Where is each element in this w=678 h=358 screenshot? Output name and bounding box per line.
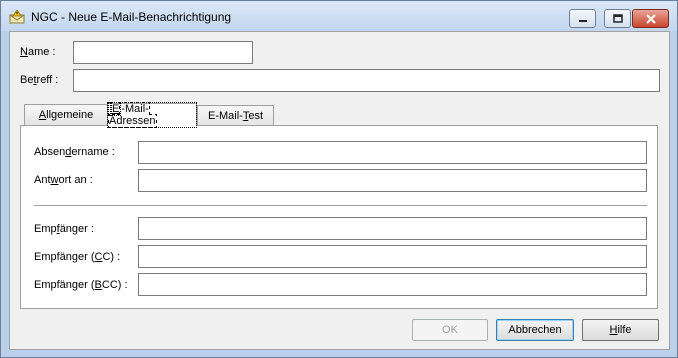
betreff-field[interactable] — [73, 69, 660, 92]
empfaenger-field[interactable] — [138, 217, 647, 240]
minimize-button[interactable] — [569, 9, 596, 28]
dialog-client-area: Name : Betreff : Allgemeine E -Mail-Adres… — [9, 31, 670, 350]
empfaenger-cc-label: Empfänger (CC) : — [34, 251, 121, 263]
maximize-button[interactable] — [604, 9, 631, 28]
warning-envelope-icon — [9, 9, 25, 24]
antwort-an-field[interactable] — [138, 169, 647, 192]
close-button[interactable] — [632, 9, 669, 28]
tab-email-adressen[interactable]: E -Mail-Adressen — [107, 102, 197, 128]
tab-email-adressen-label: E -Mail-Adressen — [107, 102, 197, 128]
window-title: NGC - Neue E-Mail-Benachrichtigung — [31, 10, 232, 24]
abbrechen-button-label: Abbrechen — [508, 324, 562, 336]
empfaenger-cc-field[interactable] — [138, 245, 647, 268]
ok-button-label: OK — [442, 324, 458, 336]
close-icon — [645, 13, 656, 24]
hilfe-button-label: Hilfe — [609, 324, 632, 336]
title-bar[interactable]: NGC - Neue E-Mail-Benachrichtigung — [1, 1, 677, 31]
tab-allgemeine-label: Allgemeine — [38, 109, 94, 121]
antwort-an-label: Antwort an : — [34, 174, 93, 186]
tab-panel-email-adressen: Absendername : Antwort an : Empfänger : … — [20, 125, 658, 309]
empfaenger-bcc-field[interactable] — [138, 273, 647, 296]
abbrechen-button[interactable]: Abbrechen — [496, 319, 574, 341]
dialog-window: NGC - Neue E-Mail-Benachrichtigung Name … — [0, 0, 678, 358]
maximize-icon — [612, 14, 623, 23]
tab-email-test-label: E-Mail-Test — [207, 110, 264, 122]
tab-allgemeine[interactable]: Allgemeine — [24, 104, 108, 125]
empfaenger-label: Empfänger : — [34, 223, 94, 235]
separator — [34, 205, 647, 206]
ok-button[interactable]: OK — [412, 319, 488, 341]
tab-email-test[interactable]: E-Mail-Test — [197, 105, 274, 126]
hilfe-button[interactable]: Hilfe — [582, 319, 659, 341]
empfaenger-bcc-label: Empfänger (BCC) : — [34, 279, 128, 291]
absendername-field[interactable] — [138, 141, 647, 164]
betreff-label: Betreff : — [20, 74, 59, 86]
minimize-icon — [578, 19, 587, 22]
name-label: Name : — [20, 46, 56, 58]
name-field[interactable] — [73, 41, 253, 64]
absendername-label: Absendername : — [34, 146, 115, 158]
